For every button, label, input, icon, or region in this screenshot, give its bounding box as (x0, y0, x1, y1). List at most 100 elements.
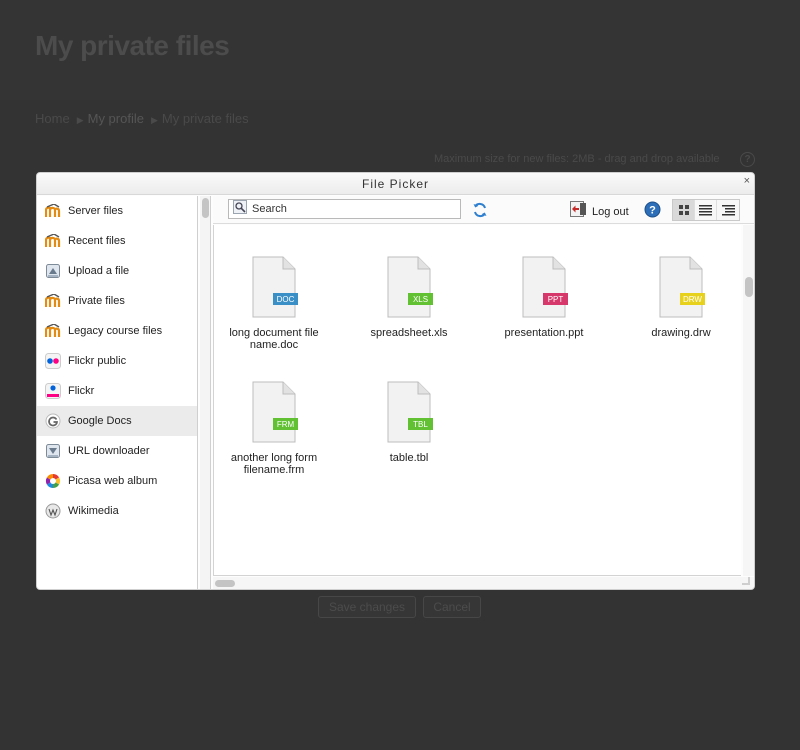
sidebar-item-upload-a-file[interactable]: Upload a file (37, 256, 197, 286)
repository-sidebar: Server files Recent files Upload a file … (37, 196, 198, 589)
horizontal-scrollbar[interactable] (213, 577, 754, 589)
grid-icon (678, 205, 689, 215)
sidebar-item-flickr-public[interactable]: Flickr public (37, 346, 197, 376)
breadcrumb-current: My private files (161, 111, 249, 126)
flickr-icon (45, 353, 61, 369)
moodle-icon (45, 293, 61, 309)
file-item[interactable]: PPT presentation.ppt (484, 256, 604, 339)
file-picker-dialog: File Picker × Server files Recent files … (36, 172, 755, 590)
close-icon[interactable]: × (744, 174, 750, 188)
list-icon (699, 205, 712, 216)
document-icon: PPT (522, 256, 568, 318)
file-name: another long form filename.frm (214, 452, 334, 476)
sidebar-item-legacy-course-files[interactable]: Legacy course files (37, 316, 197, 346)
file-name-line: table.tbl (389, 452, 429, 464)
file-item[interactable]: TBL table.tbl (349, 381, 469, 464)
sidebar-item-private-files[interactable]: Private files (37, 286, 197, 316)
file-name: drawing.drw (621, 327, 741, 339)
document-icon: DOC (252, 256, 298, 318)
file-name-line: spreadsheet.xls (370, 327, 448, 339)
vertical-scrollbar[interactable] (743, 225, 754, 576)
logout-button[interactable]: Log out (570, 201, 629, 220)
sidebar-item-label: Wikimedia (68, 505, 119, 517)
sidebar-scrollbar-thumb[interactable] (202, 198, 209, 218)
sidebar-item-label: Upload a file (68, 265, 130, 277)
sidebar-item-label: Legacy course files (68, 325, 163, 337)
sidebar-item-label: Private files (68, 295, 125, 307)
file-name: spreadsheet.xls (349, 327, 469, 339)
moodle-icon (45, 233, 61, 249)
sidebar-item-recent-files[interactable]: Recent files (37, 226, 197, 256)
sidebar-item-label: Recent files (68, 235, 126, 247)
file-type-label: TBL (413, 420, 428, 429)
save-changes-button[interactable]: Save changes (318, 596, 416, 618)
breadcrumb-home[interactable]: Home (35, 111, 70, 126)
file-name: table.tbl (349, 452, 469, 464)
page-title: My private files (35, 30, 230, 61)
search-box (228, 199, 461, 219)
sidebar-item-label: URL downloader (68, 445, 150, 457)
help-icon[interactable]: ? (644, 201, 661, 218)
refresh-icon[interactable] (471, 201, 489, 219)
document-icon: XLS (387, 256, 433, 318)
search-input[interactable] (252, 203, 452, 215)
sidebar-scrollbar[interactable] (200, 196, 211, 589)
file-name: long document file name.doc (214, 327, 334, 351)
file-type-label: PPT (548, 295, 564, 304)
tree-icon (721, 205, 735, 216)
svg-text:?: ? (649, 205, 656, 217)
vertical-scrollbar-thumb[interactable] (745, 277, 753, 297)
breadcrumb-separator-icon: ▶ (150, 115, 158, 125)
picasa-icon (45, 473, 61, 489)
file-item[interactable]: DRW drawing.drw (621, 256, 741, 339)
file-name-line: drawing.drw (651, 327, 711, 339)
file-item[interactable]: FRM another long form filename.frm (214, 381, 334, 476)
sidebar-item-wikimedia[interactable]: Wikimedia (37, 496, 197, 526)
document-icon: TBL (387, 381, 433, 443)
file-type-label: DRW (683, 295, 702, 304)
file-grid: DOC long document file name.doc XLS spre… (213, 225, 741, 576)
file-picker-toolbar: Log out ? (213, 196, 754, 224)
sidebar-item-google-docs[interactable]: Google Docs (37, 406, 197, 436)
help-icon[interactable]: ? (740, 152, 755, 167)
tree-view-button[interactable] (717, 200, 739, 220)
file-name-line: another long form (230, 452, 318, 464)
file-type-label: FRM (277, 420, 295, 429)
view-switcher (672, 199, 740, 221)
cancel-button[interactable]: Cancel (423, 596, 481, 618)
document-icon: FRM (252, 381, 298, 443)
breadcrumb-my-profile[interactable]: My profile (88, 111, 144, 126)
search-icon (233, 199, 247, 219)
moodle-icon (45, 323, 61, 339)
upload-icon (45, 263, 61, 279)
sidebar-item-label: Flickr public (68, 355, 127, 367)
sidebar-item-flickr[interactable]: Flickr (37, 376, 197, 406)
file-name-line: filename.frm (243, 464, 305, 476)
document-icon: DRW (659, 256, 705, 318)
file-name: presentation.ppt (484, 327, 604, 339)
sidebar-item-url-downloader[interactable]: URL downloader (37, 436, 197, 466)
google-icon (45, 413, 61, 429)
max-size-note: Maximum size for new files: 2MB - drag a… (434, 153, 720, 165)
sidebar-item-picasa-web-album[interactable]: Picasa web album (37, 466, 197, 496)
breadcrumb: Home ▶ My profile ▶ My private files (35, 111, 252, 126)
dialog-titlebar: File Picker × (37, 173, 754, 195)
file-type-label: DOC (277, 295, 295, 304)
list-view-button[interactable] (695, 200, 717, 220)
sidebar-item-label: Google Docs (68, 415, 132, 427)
page-header: My private files (0, 0, 800, 100)
file-name-line: name.doc (249, 339, 299, 351)
logout-icon (570, 201, 587, 220)
horizontal-scrollbar-thumb[interactable] (215, 580, 235, 587)
file-item[interactable]: DOC long document file name.doc (214, 256, 334, 351)
flickr-alt-icon (45, 383, 61, 399)
moodle-icon (45, 203, 61, 219)
sidebar-item-label: Server files (68, 205, 124, 217)
file-item[interactable]: XLS spreadsheet.xls (349, 256, 469, 339)
resize-handle-icon[interactable] (742, 577, 750, 585)
file-name-line: long document file (229, 327, 319, 339)
download-icon (45, 443, 61, 459)
sidebar-item-server-files[interactable]: Server files (37, 196, 197, 226)
file-browser: Log out ? (213, 196, 754, 589)
icon-view-button[interactable] (673, 200, 695, 220)
